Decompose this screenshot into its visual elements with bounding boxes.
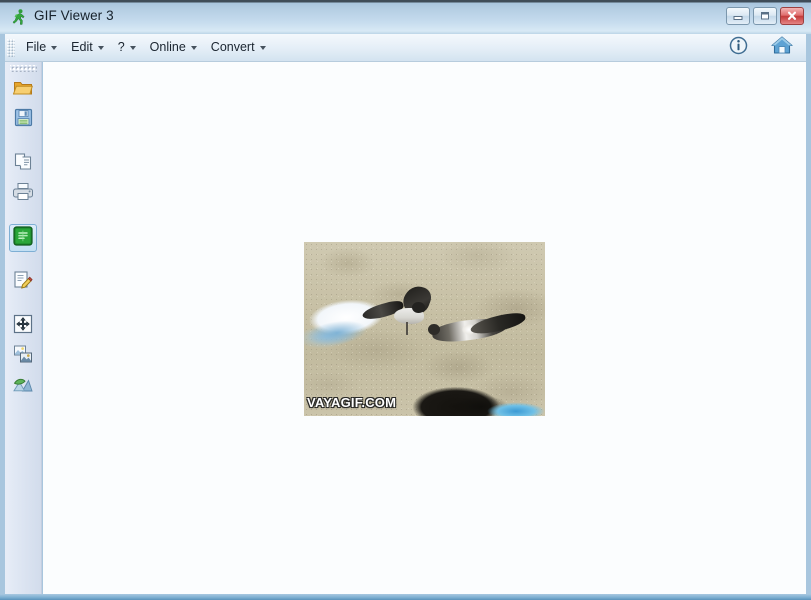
menu-label: ? <box>117 40 125 54</box>
toolbar-separator <box>5 208 41 222</box>
window-controls <box>726 7 804 25</box>
sidebar-item-print[interactable] <box>9 180 37 208</box>
bird-leg <box>406 322 408 335</box>
displayed-gif[interactable]: VAYAGIF.COM <box>304 242 545 416</box>
bird-head <box>428 324 440 335</box>
menu-bar: File Edit ? Online Convert <box>5 34 806 62</box>
title-bar[interactable]: GIF Viewer 3 <box>0 0 811 34</box>
image-canvas[interactable]: VAYAGIF.COM <box>43 62 806 594</box>
close-button[interactable] <box>780 7 804 25</box>
application-window: GIF Viewer 3 File Edit ? Online Convert … <box>0 0 811 600</box>
save-disk-icon <box>14 108 33 132</box>
effects-icon <box>13 375 33 398</box>
info-icon[interactable] <box>729 36 748 60</box>
menu-item-file[interactable]: File <box>19 37 64 58</box>
menu-bar-right-actions <box>729 34 806 61</box>
edit-pencil-icon <box>13 270 33 295</box>
menu-grip-handle[interactable] <box>7 38 15 57</box>
tool-sidebar <box>5 62 42 594</box>
menu-item-convert[interactable]: Convert <box>204 37 273 58</box>
close-icon <box>787 11 797 20</box>
toolbar-separator <box>5 296 41 310</box>
menu-item-help[interactable]: ? <box>111 37 143 58</box>
chevron-down-icon <box>190 46 197 50</box>
menu-item-online[interactable]: Online <box>143 37 204 58</box>
chevron-down-icon <box>97 46 104 50</box>
minimize-button[interactable] <box>726 7 750 25</box>
chevron-down-icon <box>129 46 136 50</box>
sidebar-grip-handle[interactable] <box>9 65 37 72</box>
screen: GIF Viewer 3 File Edit ? Online Convert … <box>0 0 811 600</box>
window-bottom-border <box>0 594 811 600</box>
menu-item-edit[interactable]: Edit <box>64 37 111 58</box>
optimize-icon <box>13 225 33 251</box>
sidebar-item-effects[interactable] <box>9 372 37 400</box>
toolbar-separator <box>5 134 41 148</box>
sidebar-item-open[interactable] <box>9 76 37 104</box>
blue-water-edge <box>480 398 545 416</box>
open-folder-icon <box>12 79 33 102</box>
home-icon[interactable] <box>770 34 794 61</box>
maximize-button[interactable] <box>753 7 777 25</box>
resize-move-icon <box>13 314 33 339</box>
menu-label: Edit <box>71 40 93 54</box>
chevron-down-icon <box>259 46 266 50</box>
sidebar-item-save[interactable] <box>9 106 37 134</box>
maximize-icon <box>761 12 769 20</box>
print-icon <box>13 182 33 206</box>
window-title: GIF Viewer 3 <box>34 8 114 23</box>
menu-label: Online <box>149 40 186 54</box>
toolbar-separator <box>5 252 41 266</box>
sidebar-item-copy[interactable] <box>9 150 37 178</box>
sidebar-item-optimize[interactable] <box>9 224 37 252</box>
bird-head <box>412 302 425 313</box>
running-man-icon <box>10 8 28 26</box>
sidebar-item-transform[interactable] <box>9 342 37 370</box>
copy-pages-icon <box>14 152 33 176</box>
minimize-icon <box>733 16 743 20</box>
transform-image-icon <box>13 344 33 369</box>
gif-frame: VAYAGIF.COM <box>304 242 545 416</box>
menu-label: File <box>26 40 47 54</box>
chevron-down-icon <box>51 46 58 50</box>
sidebar-item-resize[interactable] <box>9 312 37 340</box>
menu-label: Convert <box>210 40 255 54</box>
sidebar-item-edit[interactable] <box>9 268 37 296</box>
gif-watermark: VAYAGIF.COM <box>307 395 397 410</box>
seagull-on-sand <box>426 309 530 350</box>
